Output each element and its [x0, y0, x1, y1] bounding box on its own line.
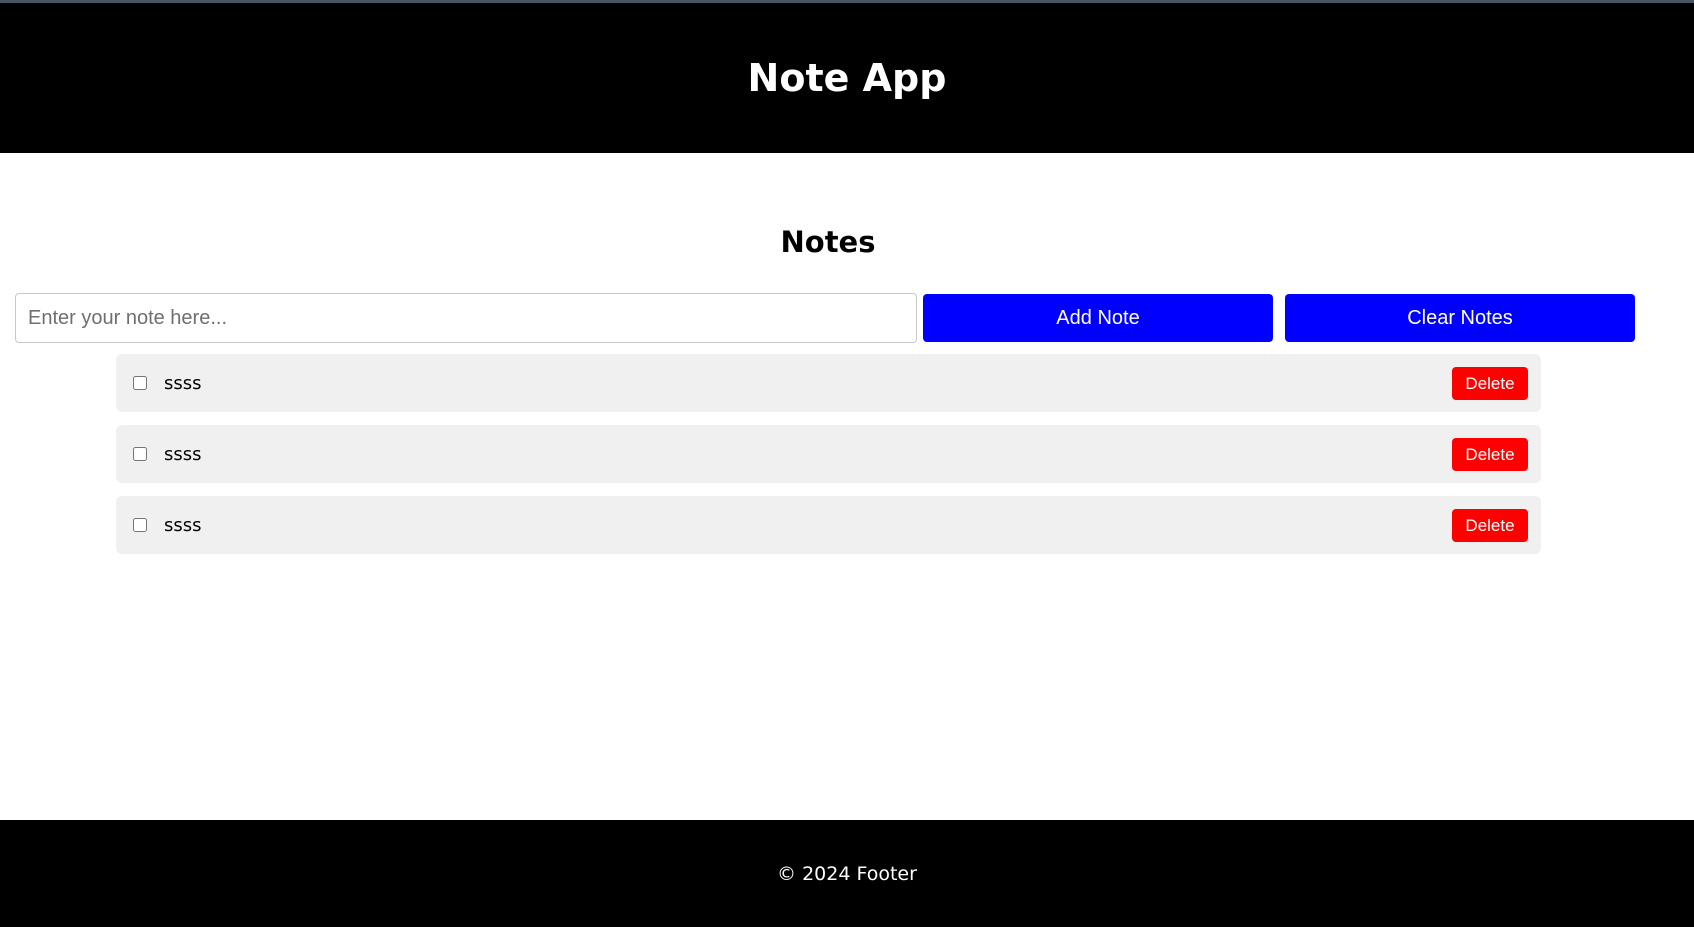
delete-note-button[interactable]: Delete [1452, 367, 1528, 400]
main-content: Notes Add Note Clear Notes ssss Delete s… [0, 153, 1694, 820]
delete-note-button[interactable]: Delete [1452, 509, 1528, 542]
app-header: Note App [0, 3, 1694, 153]
add-note-button[interactable]: Add Note [923, 294, 1273, 342]
note-item: ssss Delete [116, 354, 1541, 412]
app-footer: © 2024 Footer [0, 820, 1694, 927]
note-checkbox[interactable] [133, 376, 147, 390]
note-text: ssss [164, 443, 202, 465]
clear-notes-button[interactable]: Clear Notes [1285, 294, 1635, 342]
note-item: ssss Delete [116, 496, 1541, 554]
notes-list: ssss Delete ssss Delete ssss Delete [116, 354, 1541, 567]
notes-heading: Notes [780, 225, 876, 259]
note-checkbox[interactable] [133, 447, 147, 461]
delete-note-button[interactable]: Delete [1452, 438, 1528, 471]
note-text: ssss [164, 514, 202, 536]
note-text: ssss [164, 372, 202, 394]
app-title: Note App [747, 56, 947, 100]
note-item: ssss Delete [116, 425, 1541, 483]
note-input[interactable] [15, 293, 917, 343]
footer-text: © 2024 Footer [777, 862, 917, 885]
note-checkbox[interactable] [133, 518, 147, 532]
